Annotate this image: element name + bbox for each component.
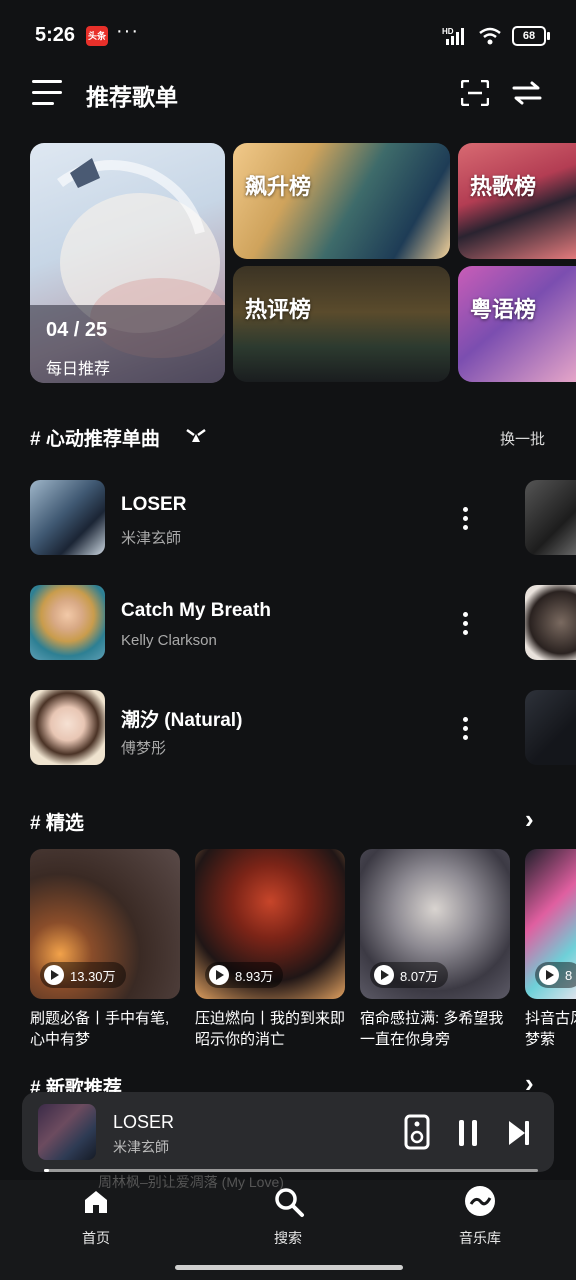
now-playing-artist: 米津玄師: [113, 1139, 169, 1155]
song-cover[interactable]: [30, 480, 105, 555]
more-notifications-icon: ···: [116, 20, 139, 42]
song-cover[interactable]: [30, 690, 105, 765]
daily-recommend-card[interactable]: 04 / 25 每日推荐: [30, 143, 225, 383]
playlist-play-count: 8.93万: [205, 962, 284, 988]
nav-home-label: 首页: [82, 1230, 110, 1246]
play-icon: [539, 965, 559, 985]
chart-title-cantonese: 粤语榜: [470, 297, 537, 322]
playlist-name[interactable]: 抖音古风梦萦: [525, 1008, 576, 1050]
app-badge-icon: 头条: [86, 26, 108, 46]
nav-search-label: 搜索: [274, 1230, 302, 1246]
featured-more-chevron-icon[interactable]: ›: [525, 804, 534, 835]
playlist-play-count: 8: [535, 962, 576, 988]
playlist-play-count: 13.30万: [40, 962, 126, 988]
chart-title-rising: 飙升榜: [245, 174, 312, 199]
song-cover[interactable]: [30, 585, 105, 660]
song-title[interactable]: Catch My Breath: [121, 600, 271, 622]
song-artist: Kelly Clarkson: [121, 632, 217, 649]
play-icon: [209, 965, 229, 985]
heart-wings-icon: [186, 428, 206, 442]
daily-label: 每日推荐: [46, 361, 111, 378]
daily-date: 04 / 25: [46, 319, 108, 341]
chart-card-rising[interactable]: 飙升榜: [233, 143, 450, 259]
song-title[interactable]: 潮汐 (Natural): [121, 705, 242, 732]
status-bar: 5:26 头条 ··· HD 68: [0, 0, 576, 70]
next-page-cover[interactable]: [525, 480, 576, 555]
song-artist: 米津玄師: [121, 530, 182, 547]
status-time: 5:26: [35, 24, 76, 46]
now-playing-title[interactable]: LOSER: [113, 1112, 174, 1133]
home-indicator[interactable]: [175, 1265, 403, 1270]
more-options-icon[interactable]: [458, 717, 472, 743]
recommend-section-title: # 心动推荐单曲: [30, 429, 160, 450]
menu-icon[interactable]: [32, 80, 62, 106]
featured-section-title: # 精选: [30, 813, 84, 834]
now-playing-cover[interactable]: [38, 1104, 96, 1160]
chart-card-cantonese[interactable]: 粤语榜: [458, 266, 576, 382]
search-icon: [275, 1188, 304, 1217]
play-icon: [44, 965, 64, 985]
next-page-cover[interactable]: [525, 690, 576, 765]
play-icon: [374, 965, 394, 985]
next-page-cover[interactable]: [525, 585, 576, 660]
signal-icon: HD: [442, 27, 464, 45]
chart-card-hot[interactable]: 热歌榜: [458, 143, 576, 259]
next-track-icon[interactable]: [507, 1119, 531, 1147]
music-library-icon: [465, 1186, 495, 1216]
playlist-play-count: 8.07万: [370, 962, 449, 988]
playlist-name[interactable]: 刷题必备丨手中有笔,心中有梦: [30, 1008, 180, 1050]
refresh-batch-button[interactable]: 换一批: [500, 428, 545, 449]
chart-title-hot: 热歌榜: [470, 174, 537, 199]
mini-player[interactable]: LOSER 米津玄師: [22, 1092, 554, 1172]
switch-icon[interactable]: [512, 80, 542, 106]
chart-card-comments[interactable]: 热评榜: [233, 266, 450, 382]
nav-library-label: 音乐库: [459, 1230, 501, 1246]
song-artist: 傅梦彤: [121, 740, 167, 757]
song-title[interactable]: LOSER: [121, 494, 186, 516]
pause-icon[interactable]: [456, 1119, 480, 1147]
battery-icon: 68: [512, 26, 550, 46]
home-icon: [85, 1191, 107, 1213]
scan-icon[interactable]: [461, 80, 489, 106]
wifi-icon: [479, 27, 501, 45]
playlist-name[interactable]: 压迫燃向丨我的到来即昭示你的消亡: [195, 1008, 345, 1050]
more-options-icon[interactable]: [458, 507, 472, 533]
page-title: 推荐歌单: [86, 84, 178, 110]
chart-title-comments: 热评榜: [245, 297, 312, 322]
status-icons: HD 68: [442, 26, 550, 46]
new-song-peek-text: 周林枫–别让爱凋落 (My Love): [98, 1174, 284, 1190]
speaker-device-icon[interactable]: [404, 1114, 430, 1150]
more-options-icon[interactable]: [458, 612, 472, 638]
svg-text:HD: HD: [442, 27, 454, 36]
playlist-name[interactable]: 宿命感拉满: 多希望我一直在你身旁: [360, 1008, 510, 1050]
